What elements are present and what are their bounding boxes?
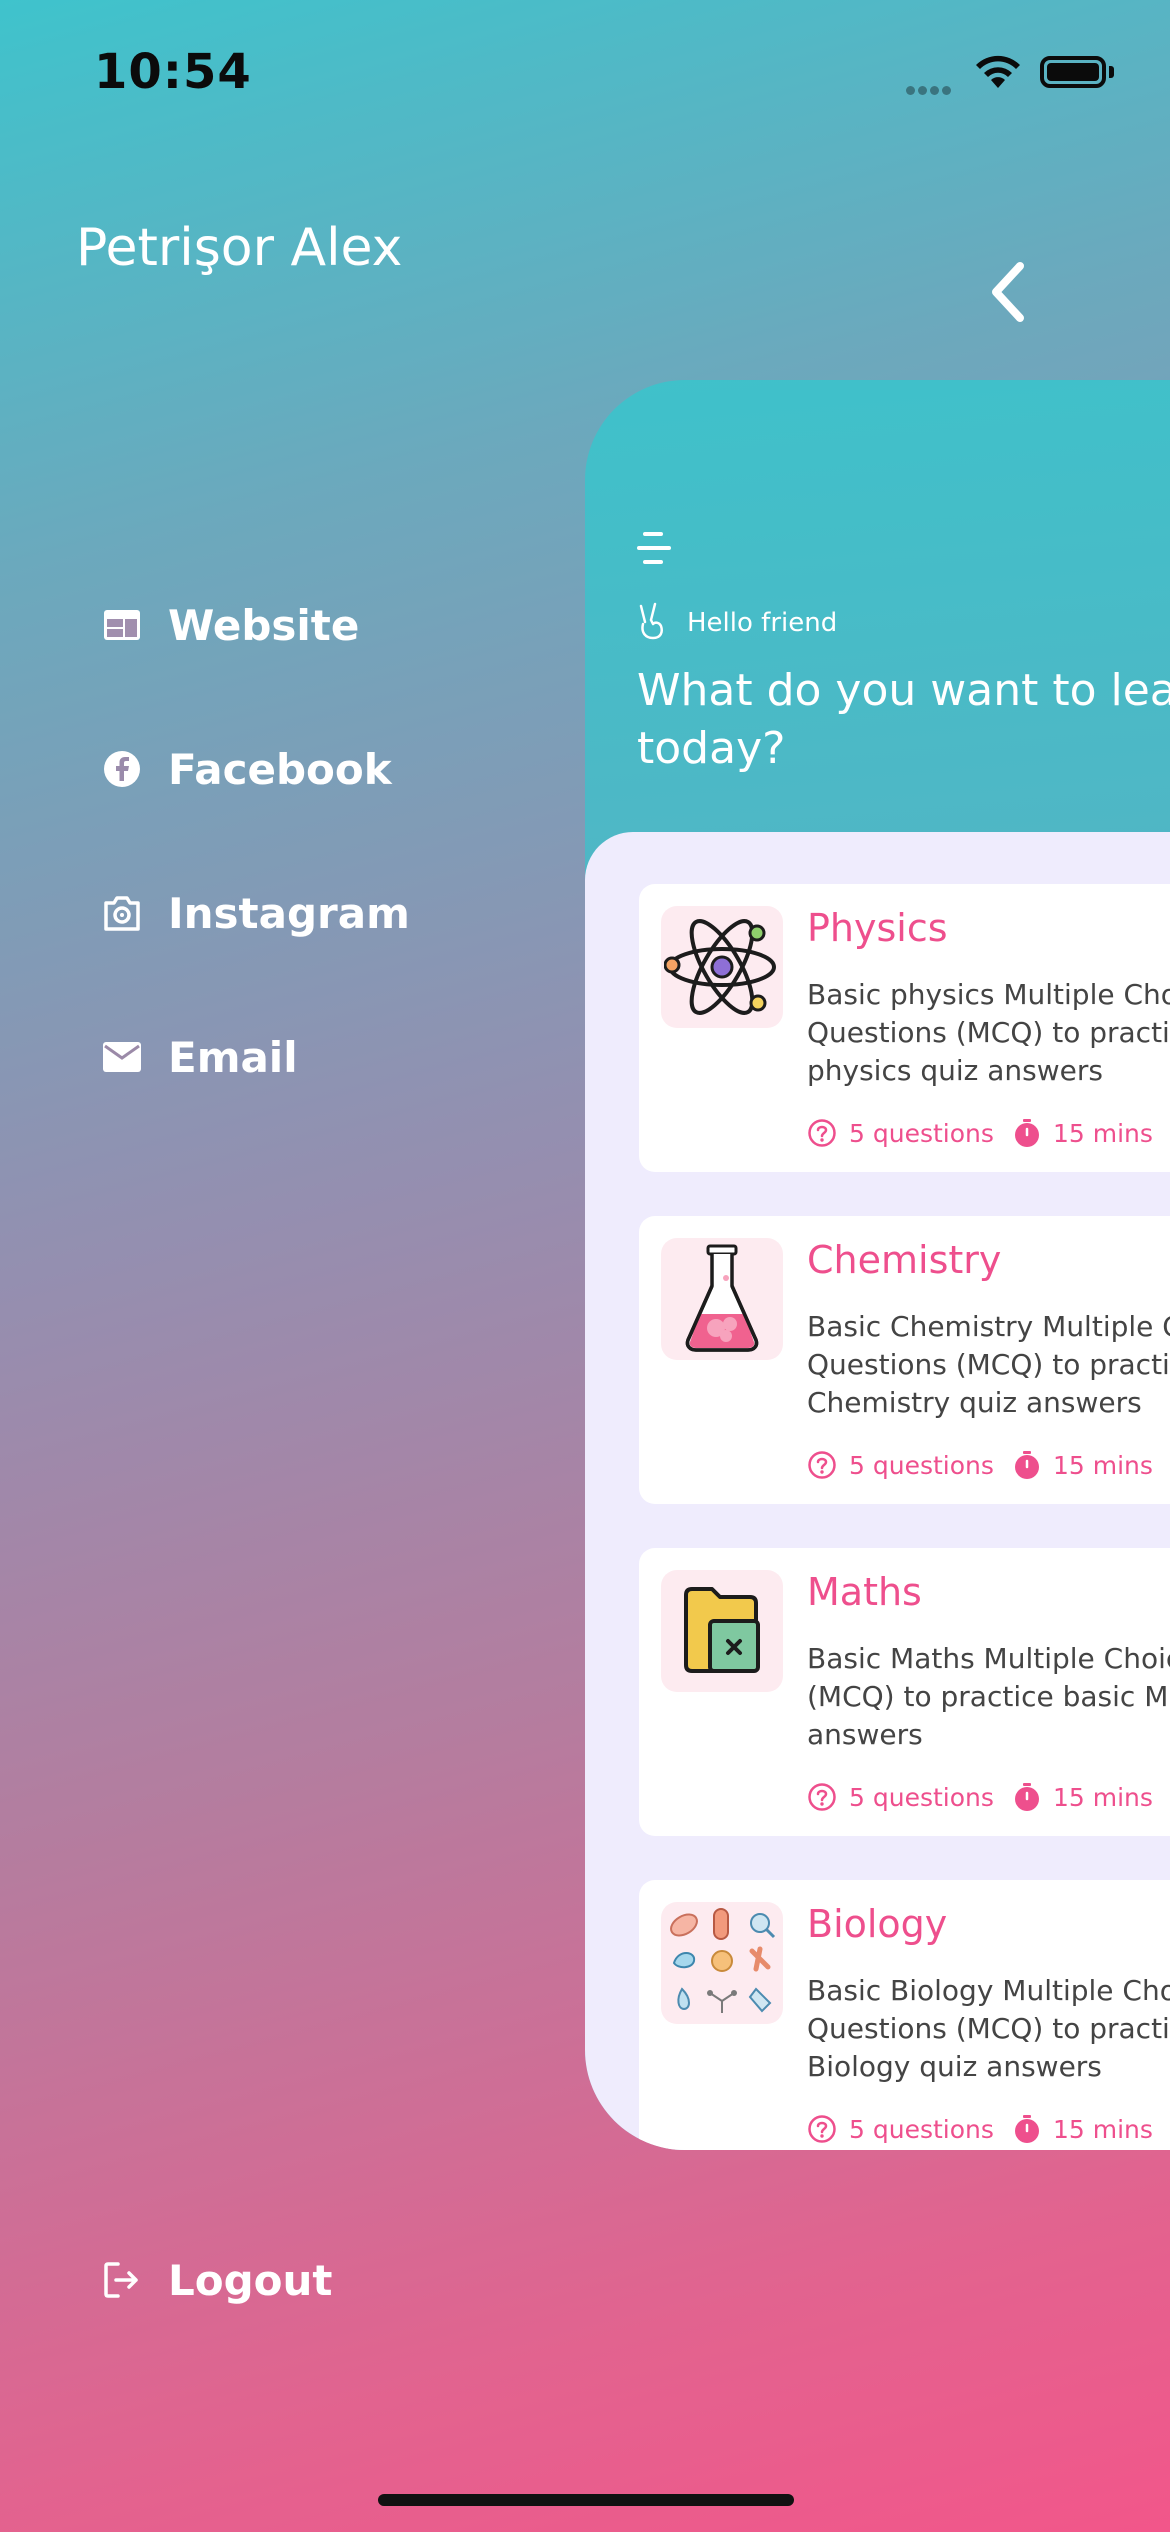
quiz-card-maths[interactable]: Maths Basic Maths Multiple Choice (MCQ) … (639, 1548, 1170, 1836)
duration-label: 15 mins (1053, 1782, 1153, 1812)
instagram-icon (100, 891, 144, 935)
duration-label: 15 mins (1053, 2114, 1153, 2144)
question-count: 5 questions (807, 1118, 994, 1148)
quiz-title: Maths (807, 1570, 922, 1614)
question-circle-icon (808, 1119, 836, 1147)
quiz-description-line: Basic Chemistry Multiple Ch (807, 1310, 1170, 1343)
quiz-description: Basic physics Multiple Choi Questions (M… (807, 976, 1170, 1090)
math-folder-icon (661, 1570, 783, 1692)
duration: 15 mins (1013, 1118, 1153, 1148)
quiz-card-physics[interactable]: Physics Basic physics Multiple Choi Ques… (639, 884, 1170, 1172)
quiz-title: Chemistry (807, 1238, 1002, 1282)
page-title-line1: What do you want to lear (637, 665, 1170, 716)
question-count-label: 5 questions (849, 2114, 994, 2144)
logout-icon (100, 2258, 144, 2302)
battery-tip (1109, 66, 1114, 78)
quiz-description-line: physics quiz answers (807, 1054, 1103, 1087)
back-chevron-icon[interactable] (980, 252, 1040, 332)
timer-icon (1015, 1451, 1039, 1479)
quiz-description-line: Questions (MCQ) to practic (807, 2012, 1170, 2045)
timer-icon (1015, 2115, 1039, 2143)
duration: 15 mins (1013, 1782, 1153, 1812)
quiz-description: Basic Maths Multiple Choice (MCQ) to pra… (807, 1640, 1170, 1754)
nav-item-email[interactable]: Email (100, 1027, 298, 1087)
duration: 15 mins (1013, 2114, 1153, 2144)
question-count-label: 5 questions (849, 1782, 994, 1812)
victory-hand-icon (637, 602, 667, 644)
question-count: 5 questions (807, 2114, 994, 2144)
email-icon (100, 1035, 144, 1079)
quiz-description-line: Biology quiz answers (807, 2050, 1102, 2083)
nav-item-label: Instagram (168, 888, 410, 938)
logout-button[interactable]: Logout (100, 2250, 333, 2310)
quiz-description-line: (MCQ) to practice basic Ma (807, 1680, 1170, 1713)
quiz-title: Physics (807, 906, 948, 950)
status-time: 10:54 (94, 44, 252, 100)
quiz-description-line: answers (807, 1718, 923, 1751)
question-count-label: 5 questions (849, 1450, 994, 1480)
nav-item-label: Website (168, 600, 360, 650)
atom-icon (661, 906, 783, 1028)
timer-icon (1015, 1783, 1039, 1811)
cellular-signal-icon (906, 80, 954, 99)
quiz-list: Physics Basic physics Multiple Choi Ques… (585, 832, 1170, 2150)
nav-item-label: Facebook (168, 744, 392, 794)
question-circle-icon (808, 2115, 836, 2143)
quiz-description-line: Basic physics Multiple Choi (807, 978, 1170, 1011)
nav-item-label: Email (168, 1032, 298, 1082)
nav-item-website[interactable]: Website (100, 595, 359, 655)
quiz-description-line: Basic Maths Multiple Choice (807, 1642, 1170, 1675)
greeting-text: Hello friend (687, 608, 838, 638)
duration-label: 15 mins (1053, 1450, 1153, 1480)
facebook-icon (100, 747, 144, 791)
greeting-row: Hello friend (637, 602, 837, 644)
page-title: What do you want to lear today? (637, 662, 1170, 778)
website-icon (100, 603, 144, 647)
main-screen-card[interactable]: Hello friend What do you want to lear to… (585, 380, 1170, 2150)
quiz-card-chemistry[interactable]: Chemistry Basic Chemistry Multiple Ch Qu… (639, 1216, 1170, 1504)
page-title-line2: today? (637, 723, 786, 774)
quiz-card-biology[interactable]: Biology Basic Biology Multiple Choi Ques… (639, 1880, 1170, 2150)
quiz-description-line: Questions (MCQ) to practic (807, 1016, 1170, 1049)
logout-label: Logout (168, 2255, 333, 2305)
question-count: 5 questions (807, 1450, 994, 1480)
biology-cells-icon (661, 1902, 783, 2024)
question-circle-icon (808, 1783, 836, 1811)
home-indicator[interactable] (378, 2494, 794, 2506)
question-circle-icon (808, 1451, 836, 1479)
quiz-description: Basic Chemistry Multiple Ch Questions (M… (807, 1308, 1170, 1422)
menu-icon[interactable] (637, 530, 671, 570)
nav-item-facebook[interactable]: Facebook (100, 739, 392, 799)
quiz-description-line: Basic Biology Multiple Choi (807, 1974, 1170, 2007)
flask-icon (661, 1238, 783, 1360)
duration-label: 15 mins (1053, 1118, 1153, 1148)
quiz-description-line: Chemistry quiz answers (807, 1386, 1142, 1419)
quiz-description: Basic Biology Multiple Choi Questions (M… (807, 1972, 1170, 2086)
question-count: 5 questions (807, 1782, 994, 1812)
quiz-title: Biology (807, 1902, 948, 1946)
quiz-description-line: Questions (MCQ) to practic (807, 1348, 1170, 1381)
battery-icon (1040, 56, 1106, 88)
wifi-icon (972, 50, 1024, 94)
question-count-label: 5 questions (849, 1118, 994, 1148)
duration: 15 mins (1013, 1450, 1153, 1480)
user-name: Petrişor Alex (76, 218, 403, 278)
nav-item-instagram[interactable]: Instagram (100, 883, 410, 943)
timer-icon (1015, 1119, 1039, 1147)
